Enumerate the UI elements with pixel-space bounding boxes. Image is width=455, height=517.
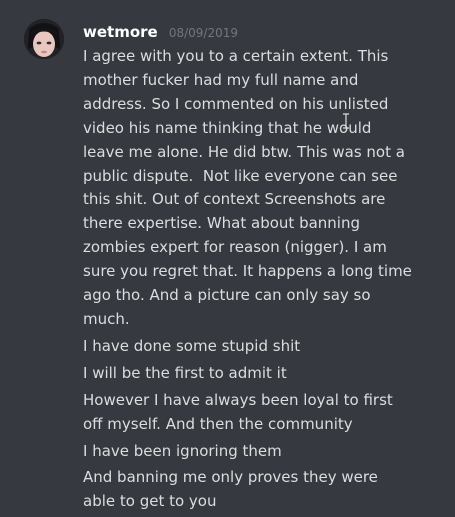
avatar-image [24,19,64,59]
username[interactable]: wetmore [83,23,158,41]
message-text: I have done some stupid shit [83,336,301,355]
timestamp: 08/09/2019 [168,26,238,40]
text-cursor-icon [343,113,349,129]
message-text: However I have always been loyal to firs… [83,390,398,433]
message-text: And banning me only proves they were abl… [83,468,383,511]
message-text: I agree with you to a certain extent. Th… [83,47,417,328]
message-text: I will be the first to admit it [83,363,287,382]
chat-view: wetmore 08/09/2019 I agree with you to a… [0,0,455,513]
message-header: wetmore 08/09/2019 [83,21,238,43]
message-text: I have been ignoring them [83,441,282,460]
avatar[interactable] [24,19,64,59]
message-list: I agree with you to a certain extent. Th… [83,45,413,517]
